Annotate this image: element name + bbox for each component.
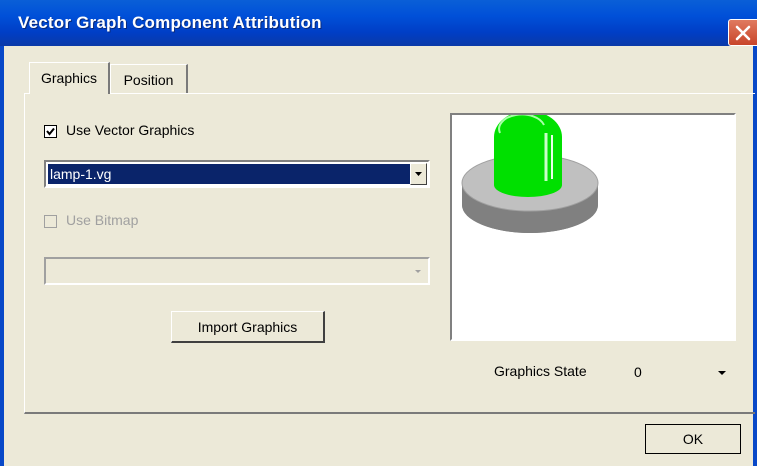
use-vector-graphics-checkbox[interactable]: [44, 125, 57, 138]
tab-graphics-label: Graphics: [40, 70, 98, 86]
window-border-left: [0, 46, 4, 466]
close-button[interactable]: [728, 19, 757, 46]
title-bar: Vector Graph Component Attribution: [0, 0, 757, 46]
graphics-state-label: Graphics State: [494, 363, 587, 379]
chevron-down-icon: [415, 270, 421, 273]
green-lamp-icon: [461, 115, 599, 233]
use-bitmap-label: Use Bitmap: [66, 212, 139, 228]
tab-graphics[interactable]: Graphics: [29, 62, 110, 94]
tab-position-label: Position: [123, 72, 174, 88]
bitmap-file-select[interactable]: [44, 257, 430, 285]
vector-file-select[interactable]: lamp-1.vg: [44, 160, 430, 188]
use-bitmap-checkbox[interactable]: [44, 215, 57, 228]
chevron-down-icon: [415, 172, 422, 176]
use-vector-graphics-label: Use Vector Graphics: [66, 122, 195, 138]
ok-button[interactable]: OK: [645, 424, 741, 454]
close-icon: [735, 25, 751, 41]
tab-position[interactable]: Position: [110, 64, 188, 94]
vector-file-value: lamp-1.vg: [48, 164, 411, 184]
graphics-state-value: 0: [634, 364, 642, 380]
graphics-preview: [450, 113, 736, 341]
dropdown-button[interactable]: [410, 163, 427, 185]
chevron-down-icon: [718, 371, 726, 375]
checkmark-icon: [46, 127, 55, 136]
dropdown-button-disabled[interactable]: [411, 262, 425, 280]
graphics-state-select[interactable]: 0: [628, 358, 738, 386]
window-title: Vector Graph Component Attribution: [18, 13, 322, 32]
import-graphics-button[interactable]: Import Graphics: [171, 311, 325, 343]
